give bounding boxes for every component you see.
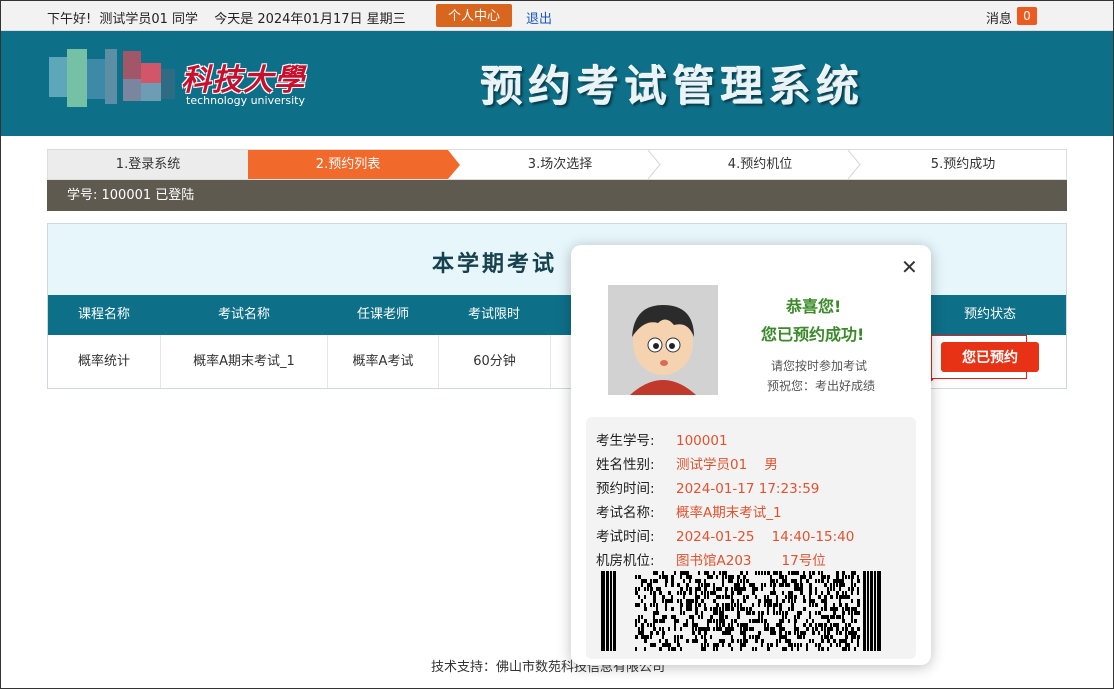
info-row: 考试名称: 概率A期末考试_1 — [596, 501, 782, 521]
info-row: 考生学号: 100001 — [596, 429, 728, 449]
col-duration: 考试限时 — [467, 307, 520, 322]
info-row: 机房机位: 图书馆A203 17号位 — [596, 549, 826, 569]
col-course: 课程名称 — [77, 307, 130, 322]
system-title: 预约考试管理系统 — [481, 62, 866, 111]
panel-title: 本学期考试 — [432, 252, 558, 277]
top-bar: 下午好! 测试学员01 同学 今天是 2024年01月17日 星期三 个人中心 … — [1, 1, 1113, 31]
info-label: 考生学号: — [596, 433, 655, 449]
info-row: 预约时间: 2024-01-17 17:23:59 — [596, 477, 819, 497]
cell-teacher: 概率A考试 — [328, 335, 439, 388]
info-label: 预约时间: — [596, 481, 655, 497]
cell-course: 概率统计 — [48, 335, 161, 388]
progress-steps: 1.登录系统 2.预约列表 3.场次选择 4.预约机位 5.预约成功 — [47, 149, 1067, 180]
congrats-subtitle: 您已预约成功! — [761, 325, 865, 344]
step-separators — [647, 150, 861, 179]
logo-english-name: technology university — [186, 94, 305, 107]
cell-exam: 概率A期末考试_1 — [161, 335, 328, 388]
info-value: 图书馆A203 17号位 — [676, 553, 826, 569]
info-row: 姓名性别: 测试学员01 男 — [596, 453, 778, 473]
cartoon-avatar-icon — [608, 285, 718, 395]
reservation-info-box: 考生学号: 100001 姓名性别: 测试学员01 男 预约时间: 2024-01-1… — [586, 417, 916, 659]
messages-count-badge[interactable]: 0 — [1017, 7, 1037, 25]
info-label: 考试时间: — [596, 529, 655, 545]
info-value: 2024-01-17 17:23:59 — [676, 481, 820, 497]
wish-note: 预祝您：考出好成绩 — [767, 379, 876, 393]
personal-center-button[interactable]: 个人中心 — [436, 4, 512, 27]
reservation-success-dialog: ✕ 恭喜您! 您已预约成功! 请您按时参加考试 预祝您：考出好成绩 考生学号: 1… — [571, 245, 931, 665]
info-value: 100001 — [676, 433, 728, 449]
close-icon[interactable]: ✕ — [901, 257, 918, 277]
col-exam: 考试名称 — [217, 307, 270, 322]
header-banner: 科技大學 technology university 预约考试管理系统 — [1, 31, 1113, 136]
info-label: 考试名称: — [596, 505, 655, 521]
info-row: 考试时间: 2024-01-25 14:40-15:40 — [596, 525, 854, 545]
info-value: 2024-01-25 14:40-15:40 — [676, 529, 855, 545]
col-teacher: 任课老师 — [356, 307, 409, 322]
today-date: 今天是 2024年01月17日 星期三 — [214, 12, 406, 27]
student-id-bar: 学号: 100001 已登陆 — [47, 180, 1067, 211]
reserved-status-button[interactable]: 您已预约 — [941, 342, 1039, 372]
logo-chinese-name: 科技大學 — [181, 63, 305, 98]
cell-duration: 60分钟 — [439, 335, 551, 388]
congrats-title: 恭喜您! — [786, 297, 842, 316]
student-avatar — [608, 285, 718, 395]
info-value: 概率A期末考试_1 — [676, 505, 782, 521]
greeting: 下午好! — [47, 12, 92, 27]
user-name: 测试学员01 同学 — [99, 12, 199, 27]
messages-label[interactable]: 消息 — [986, 8, 1012, 27]
barcode-icon — [601, 571, 881, 651]
attend-note: 请您按时参加考试 — [771, 359, 868, 373]
info-label: 机房机位: — [596, 553, 655, 569]
greeting-text: 下午好! 测试学员01 同学 今天是 2024年01月17日 星期三 — [47, 8, 410, 27]
info-label: 姓名性别: — [596, 457, 655, 473]
col-status: 预约状态 — [963, 307, 1016, 322]
university-logo-icon — [49, 49, 177, 119]
logout-link[interactable]: 退出 — [526, 8, 552, 27]
info-value: 测试学员01 男 — [676, 457, 778, 473]
